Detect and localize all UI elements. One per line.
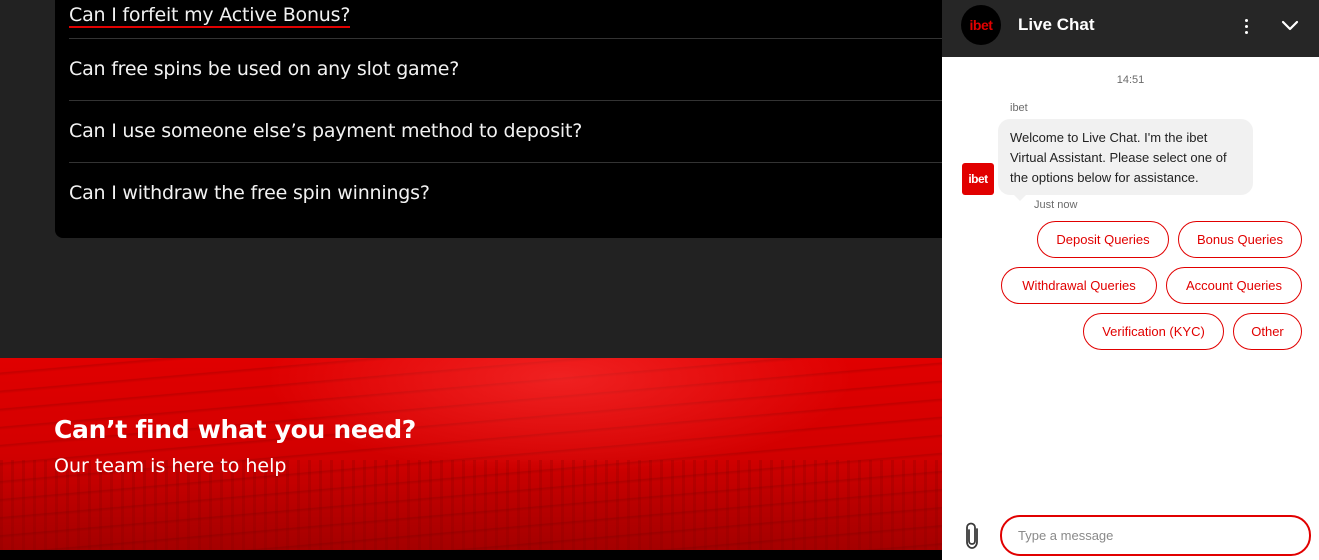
ibet-logo: ibet	[961, 5, 1001, 45]
message-sender: ibet	[1010, 102, 1028, 114]
faq-question[interactable]: Can I use someone else’s payment method …	[69, 120, 582, 142]
banner-title: Can’t find what you need?	[54, 415, 417, 444]
live-chat-widget: ibet Live Chat 14:51 ibet Welcome to Liv…	[942, 0, 1319, 560]
chevron-down-icon	[1281, 20, 1299, 31]
other-button[interactable]: Other	[1233, 313, 1302, 350]
dot-icon	[1244, 24, 1248, 28]
dot-icon	[1244, 18, 1248, 22]
chat-title: Live Chat	[1018, 15, 1095, 34]
faq-question[interactable]: Can free spins be used on any slot game?	[69, 58, 459, 80]
logo-text: ibet	[969, 17, 993, 33]
footer-edge	[0, 550, 942, 560]
bubble-tail	[1014, 195, 1026, 201]
faq-item[interactable]: Can free spins be used on any slot game?	[69, 38, 942, 100]
help-page: Can I forfeit my Active Bonus? Can free …	[0, 0, 942, 560]
more-options-button[interactable]	[1234, 14, 1258, 38]
help-banner: Can’t find what you need? Our team is he…	[0, 358, 942, 550]
withdrawal-queries-button[interactable]: Withdrawal Queries	[1001, 267, 1157, 304]
bot-message: Welcome to Live Chat. I'm the ibet Virtu…	[998, 119, 1253, 195]
message-input[interactable]	[1000, 515, 1311, 556]
bonus-queries-button[interactable]: Bonus Queries	[1178, 221, 1302, 258]
avatar-text: ibet	[968, 172, 988, 186]
chat-timestamp: 14:51	[1116, 74, 1145, 86]
paperclip-icon	[966, 522, 978, 549]
message-time: Just now	[1034, 199, 1078, 211]
banner-subtitle: Our team is here to help	[54, 455, 287, 477]
faq-item[interactable]: Can I use someone else’s payment method …	[69, 100, 942, 162]
faq-list: Can I forfeit my Active Bonus? Can free …	[55, 0, 942, 238]
deposit-queries-button[interactable]: Deposit Queries	[1037, 221, 1169, 258]
dot-icon	[1244, 30, 1248, 34]
faq-question[interactable]: Can I withdraw the free spin winnings?	[69, 182, 430, 204]
verification-kyc-button[interactable]: Verification (KYC)	[1083, 313, 1224, 350]
chat-header: ibet Live Chat	[942, 0, 1319, 57]
attach-file-button[interactable]	[962, 521, 984, 551]
minimize-chat-button[interactable]	[1276, 12, 1304, 40]
faq-item[interactable]: Can I withdraw the free spin winnings?	[69, 162, 942, 224]
account-queries-button[interactable]: Account Queries	[1166, 267, 1302, 304]
bot-avatar: ibet	[962, 163, 994, 195]
faq-question[interactable]: Can I forfeit my Active Bonus?	[69, 4, 350, 28]
